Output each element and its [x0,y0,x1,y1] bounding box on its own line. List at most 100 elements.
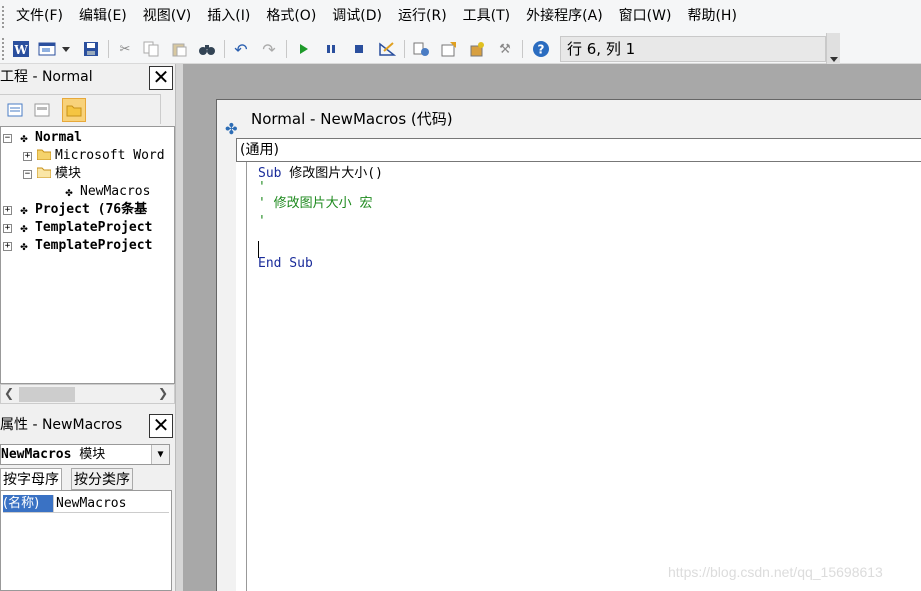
code-margin[interactable] [236,162,247,591]
expand-icon[interactable]: + [3,223,12,233]
property-name: (名称) [3,495,53,512]
svg-text:W: W [13,43,28,57]
tree-node-project[interactable]: + ✤ Project (76条基 [3,201,147,219]
vba-project-icon: ✤ [20,221,28,235]
menu-bar: 文件(F) 编辑(E) 视图(V) 插入(I) 格式(O) 调试(D) 运行(R… [0,0,921,33]
project-explorer-icon[interactable] [410,38,432,60]
toolbox-icon[interactable]: ⚒ [494,38,516,60]
code-keyword: End Sub [258,256,313,271]
cursor-position-status: 行 6, 列 1 [560,36,826,62]
collapse-icon[interactable]: − [3,133,12,143]
copy-icon[interactable] [140,38,162,60]
view-code-icon[interactable] [3,98,27,122]
property-row[interactable]: (名称) NewMacros [3,495,169,513]
toolbar-separator [224,40,225,58]
tree-node-normal[interactable]: − ✤ Normal [3,129,82,147]
break-icon[interactable] [320,38,342,60]
view-object-icon[interactable] [30,98,54,122]
object-browser-icon[interactable] [466,38,488,60]
code-line: End Sub [258,255,313,273]
properties-pane-header: 属性 - NewMacros ✕ [0,412,175,442]
code-window-left-edge [217,138,236,591]
properties-pane-close-button[interactable]: ✕ [149,414,173,438]
expand-icon[interactable]: + [23,151,32,161]
tree-node-modules[interactable]: − 模块 [23,165,81,183]
tree-node-microsoft-word[interactable]: + Microsoft Word [23,147,165,165]
word-icon[interactable]: W [10,38,32,60]
cut-icon[interactable]: ✂ [114,38,136,60]
redo-icon[interactable]: ↷ [258,38,280,60]
tree-node-templateproject[interactable]: + ✤ TemplateProject [3,237,152,255]
tab-categorized[interactable]: 按分类序 [71,468,133,490]
menu-format[interactable]: 格式(O) [258,0,324,33]
project-pane-header: 工程 - Normal ✕ [0,64,175,94]
dropdown-arrow-icon[interactable] [59,38,73,60]
code-window-title: Normal - NewMacros (代码) [251,110,453,128]
toolbar-separator [522,40,523,58]
scroll-right-icon[interactable]: ❯ [158,386,168,400]
tree-node-label: TemplateProject [35,220,153,235]
tree-node-label: 模块 [55,166,82,181]
close-icon: ✕ [152,65,170,89]
paste-icon[interactable] [168,38,190,60]
project-tree-hscroll[interactable]: ❮ ❯ [0,384,175,404]
close-icon: ✕ [152,413,170,437]
expand-icon[interactable]: + [3,241,12,251]
tree-node-newmacros[interactable]: ✤ NewMacros [61,183,150,201]
project-tree: − ✤ Normal + Microsoft Word − 模块 ✤ NewMa… [0,126,175,384]
code-window: ✤ Normal - NewMacros (代码) (通用) Sub 修改图片大… [216,99,921,591]
menu-help[interactable]: 帮助(H) [679,0,744,33]
find-icon[interactable] [196,38,218,60]
run-icon[interactable] [292,38,314,60]
properties-window-icon[interactable] [438,38,460,60]
folder-icon [36,147,52,165]
save-icon[interactable] [80,38,102,60]
scroll-thumb[interactable] [19,387,75,402]
pane-splitter[interactable] [175,64,183,591]
code-editor[interactable]: Sub 修改图片大小() ' ' 修改图片大小 宏 ' End Sub [247,162,921,591]
design-mode-icon[interactable] [376,38,398,60]
properties-grid: (名称) NewMacros [0,490,172,591]
toolbar-separator [108,40,109,58]
toolbar-grip[interactable] [2,38,5,60]
menu-run[interactable]: 运行(R) [390,0,455,33]
watermark: https://blog.csdn.net/qq_15698613 [668,564,883,580]
menu-insert[interactable]: 插入(I) [199,0,258,33]
project-pane-close-button[interactable]: ✕ [149,66,173,90]
object-type: 模块 [79,447,106,462]
object-dropdown[interactable]: (通用) [236,138,921,162]
object-name: NewMacros [1,447,72,462]
tree-node-templateproject[interactable]: + ✤ TemplateProject [3,219,152,237]
code-comment: ' 修改图片大小 宏 [258,196,373,211]
menu-view[interactable]: 视图(V) [135,0,200,33]
scroll-left-icon[interactable]: ❮ [4,386,14,400]
code-line: Sub 修改图片大小() [258,165,383,183]
menu-edit[interactable]: 编辑(E) [71,0,135,33]
property-value[interactable]: NewMacros [53,495,126,512]
expand-icon[interactable]: + [3,205,12,215]
menu-addins[interactable]: 外接程序(A) [518,0,611,33]
chevron-down-icon[interactable]: ▼ [151,445,169,464]
tree-node-label: TemplateProject [35,238,153,253]
tab-alphabetic[interactable]: 按字母序 [0,468,62,492]
menu-tools[interactable]: 工具(T) [455,0,518,33]
menu-file[interactable]: 文件(F) [8,0,71,33]
menu-debug[interactable]: 调试(D) [324,0,390,33]
collapse-icon[interactable]: − [23,169,32,179]
toolbar-overflow-button[interactable] [826,33,840,64]
svg-text:?: ? [538,43,545,57]
undo-icon[interactable]: ↶ [230,38,252,60]
toolbar-separator [286,40,287,58]
toggle-folders-icon[interactable] [62,98,86,122]
project-pane-toolbar [0,94,175,124]
code-window-titlebar[interactable]: ✤ Normal - NewMacros (代码) [217,100,921,138]
code-text: 修改图片大小() [281,166,383,181]
properties-object-select[interactable]: NewMacros 模块 ▼ [0,444,170,465]
project-tree-vscroll[interactable] [160,94,175,124]
vba-project-icon: ✤ [20,239,28,253]
tree-node-label: NewMacros [80,184,151,199]
help-icon[interactable]: ? [530,38,552,60]
insert-userform-icon[interactable] [36,38,58,60]
menu-window[interactable]: 窗口(W) [611,0,680,33]
reset-icon[interactable] [348,38,370,60]
